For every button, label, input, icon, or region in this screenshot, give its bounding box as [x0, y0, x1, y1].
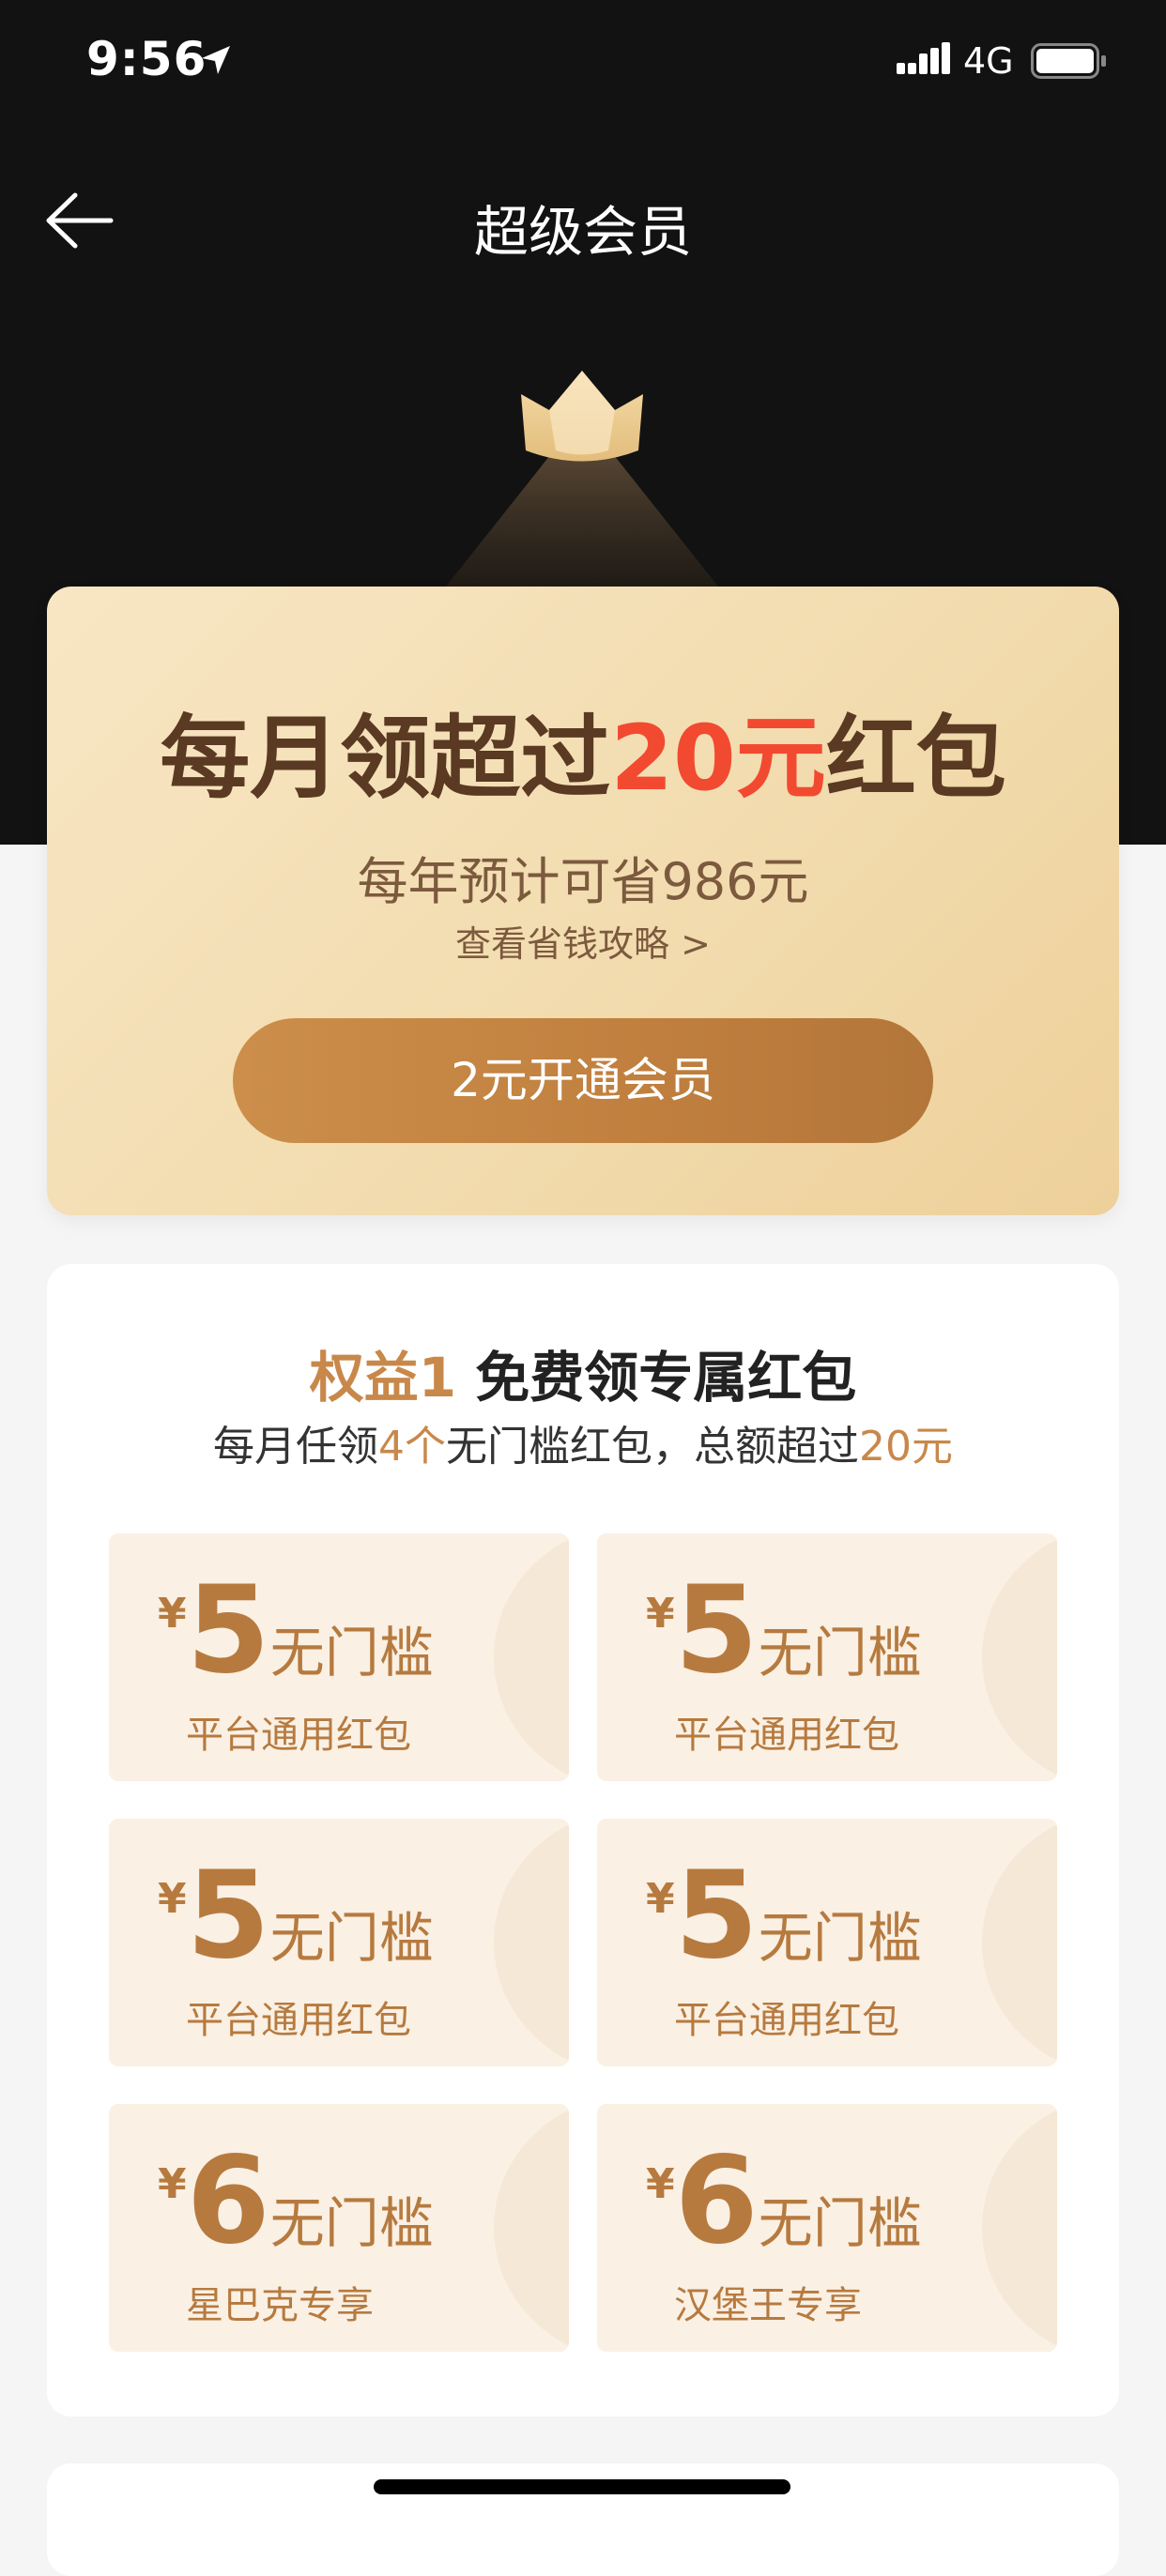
coupon-label: 无门槛 — [758, 2191, 922, 2255]
hero-headline-amount: 20元 — [610, 706, 826, 811]
benefit-tag: 权益1 — [309, 1346, 457, 1410]
page-title: 超级会员 — [473, 200, 692, 264]
coupon-description: 平台通用红包 — [674, 1714, 899, 1757]
benefit-description: 每月任领4个无门槛红包，总额超过20元 — [213, 1423, 953, 1471]
coupon-amount: 6 — [674, 2131, 759, 2271]
home-indicator[interactable] — [374, 2479, 790, 2494]
coupon-description: 平台通用红包 — [674, 1999, 899, 2042]
coupon-label: 无门槛 — [269, 1906, 434, 1970]
coupon-description: 星巴克专享 — [186, 2284, 374, 2327]
hero-savings: 每年预计可省986元 — [357, 852, 809, 911]
coupon-card[interactable]: ¥5无门槛 平台通用红包 — [597, 1819, 1057, 2066]
membership-hero-card: 每月领超过20元红包 每年预计可省986元 查看省钱攻略 > 2元开通会员 — [47, 587, 1119, 1215]
coupon-label: 无门槛 — [758, 1621, 922, 1684]
network-type: 4G — [963, 40, 1014, 82]
crown-icon — [446, 371, 718, 587]
coupon-card[interactable]: ¥5无门槛 平台通用红包 — [597, 1533, 1057, 1781]
coupon-card[interactable]: ¥6无门槛 汉堡王专享 — [597, 2104, 1057, 2352]
status-time: 9:56 — [86, 32, 207, 86]
coupon-currency: ¥ — [646, 2160, 675, 2208]
coupon-amount: 5 — [186, 1846, 270, 1986]
coupon-amount: 5 — [674, 1561, 759, 1700]
battery-icon — [1031, 43, 1106, 79]
coupon-amount: 5 — [186, 1561, 270, 1700]
signal-icon — [897, 42, 950, 74]
coupon-label: 无门槛 — [269, 2191, 434, 2255]
coupon-label: 无门槛 — [269, 1621, 434, 1684]
coupon-currency: ¥ — [158, 2160, 187, 2208]
hero-headline: 每月领超过20元红包 — [160, 706, 1006, 811]
coupon-amount: 6 — [186, 2131, 270, 2271]
coupon-card[interactable]: ¥5无门槛 平台通用红包 — [109, 1819, 569, 2066]
location-arrow-icon — [202, 46, 230, 74]
coupon-description: 汉堡王专享 — [674, 2284, 862, 2327]
coupon-description: 平台通用红包 — [186, 1714, 411, 1757]
coupon-card[interactable]: ¥5无门槛 平台通用红包 — [109, 1533, 569, 1781]
coupon-currency: ¥ — [646, 1590, 675, 1638]
coupon-currency: ¥ — [158, 1590, 187, 1638]
coupon-card[interactable]: ¥6无门槛 星巴克专享 — [109, 2104, 569, 2352]
coupon-currency: ¥ — [646, 1875, 675, 1923]
coupon-currency: ¥ — [158, 1875, 187, 1923]
benefit-title: 权益1 免费领专属红包 — [309, 1346, 857, 1410]
benefit-card: 权益1 免费领专属红包 每月任领4个无门槛红包，总额超过20元 ¥5无门槛 平台… — [47, 1264, 1119, 2416]
coupon-description: 平台通用红包 — [186, 1999, 411, 2042]
savings-guide-link[interactable]: 查看省钱攻略 > — [47, 915, 1119, 967]
coupon-label: 无门槛 — [758, 1906, 922, 1970]
coupon-amount: 5 — [674, 1846, 759, 1986]
join-member-button[interactable]: 2元开通会员 — [233, 1018, 933, 1143]
